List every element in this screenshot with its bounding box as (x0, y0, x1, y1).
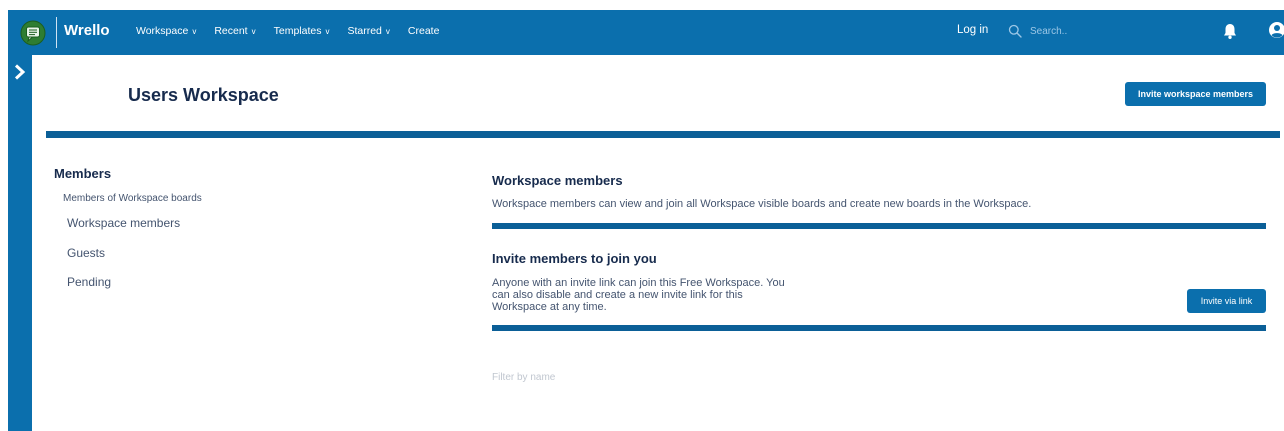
chevron-down-icon: v (251, 26, 256, 36)
top-navigation-bar: Wrello Workspace v Recent v Templates v … (8, 10, 1284, 55)
section-divider (492, 325, 1266, 331)
invite-members-title: Invite members to join you (492, 251, 657, 266)
nav-starred[interactable]: Starred v (347, 25, 389, 37)
nav-workspace[interactable]: Workspace v (136, 25, 196, 37)
nav-templates-label: Templates (273, 25, 322, 37)
nav-workspace-label: Workspace (136, 25, 189, 37)
chevron-right-icon[interactable] (11, 63, 29, 81)
chevron-down-icon: v (385, 26, 390, 36)
main-nav: Workspace v Recent v Templates v Starred… (136, 25, 457, 37)
page-title: Users Workspace (128, 85, 279, 105)
invite-via-link-button[interactable]: Invite via link (1187, 289, 1266, 313)
nav-templates[interactable]: Templates v (274, 25, 330, 37)
nav-recent[interactable]: Recent v (214, 25, 255, 37)
chat-logo-icon[interactable] (20, 20, 46, 46)
members-subheading: Members of Workspace boards (63, 193, 202, 204)
nav-create[interactable]: Create (408, 25, 440, 37)
sidebar-item-workspace-members[interactable]: Workspace members (67, 216, 180, 230)
user-circle-icon[interactable] (1268, 21, 1284, 39)
invite-description-line-2: can also disable and create a new invite… (492, 289, 743, 301)
nav-create-label: Create (407, 25, 440, 37)
invite-workspace-members-button[interactable]: Invite workspace members (1125, 82, 1266, 106)
invite-description-line-3: Workspace at any time. (492, 301, 607, 313)
search-input[interactable] (1030, 21, 1180, 41)
invite-description-line-1: Anyone with an invite link can join this… (492, 277, 785, 289)
section-divider (492, 223, 1266, 229)
brand-name[interactable]: Wrello (64, 22, 110, 39)
login-link[interactable]: Log in (957, 24, 988, 36)
header-divider (46, 131, 1280, 138)
filter-by-name-input[interactable] (492, 367, 692, 387)
search-icon[interactable] (1008, 24, 1022, 38)
workspace-members-description: Workspace members can view and join all … (492, 198, 1032, 210)
bell-icon[interactable] (1222, 22, 1238, 40)
members-heading: Members (54, 166, 112, 181)
nav-starred-label: Starred (347, 25, 382, 37)
sidebar-item-guests[interactable]: Guests (67, 246, 105, 260)
nav-recent-label: Recent (214, 25, 248, 37)
logo-divider (56, 17, 57, 48)
sidebar-item-pending[interactable]: Pending (67, 275, 111, 289)
workspace-members-title: Workspace members (492, 173, 623, 188)
chevron-down-icon: v (192, 26, 197, 36)
chevron-down-icon: v (325, 26, 330, 36)
left-rail (8, 55, 32, 431)
